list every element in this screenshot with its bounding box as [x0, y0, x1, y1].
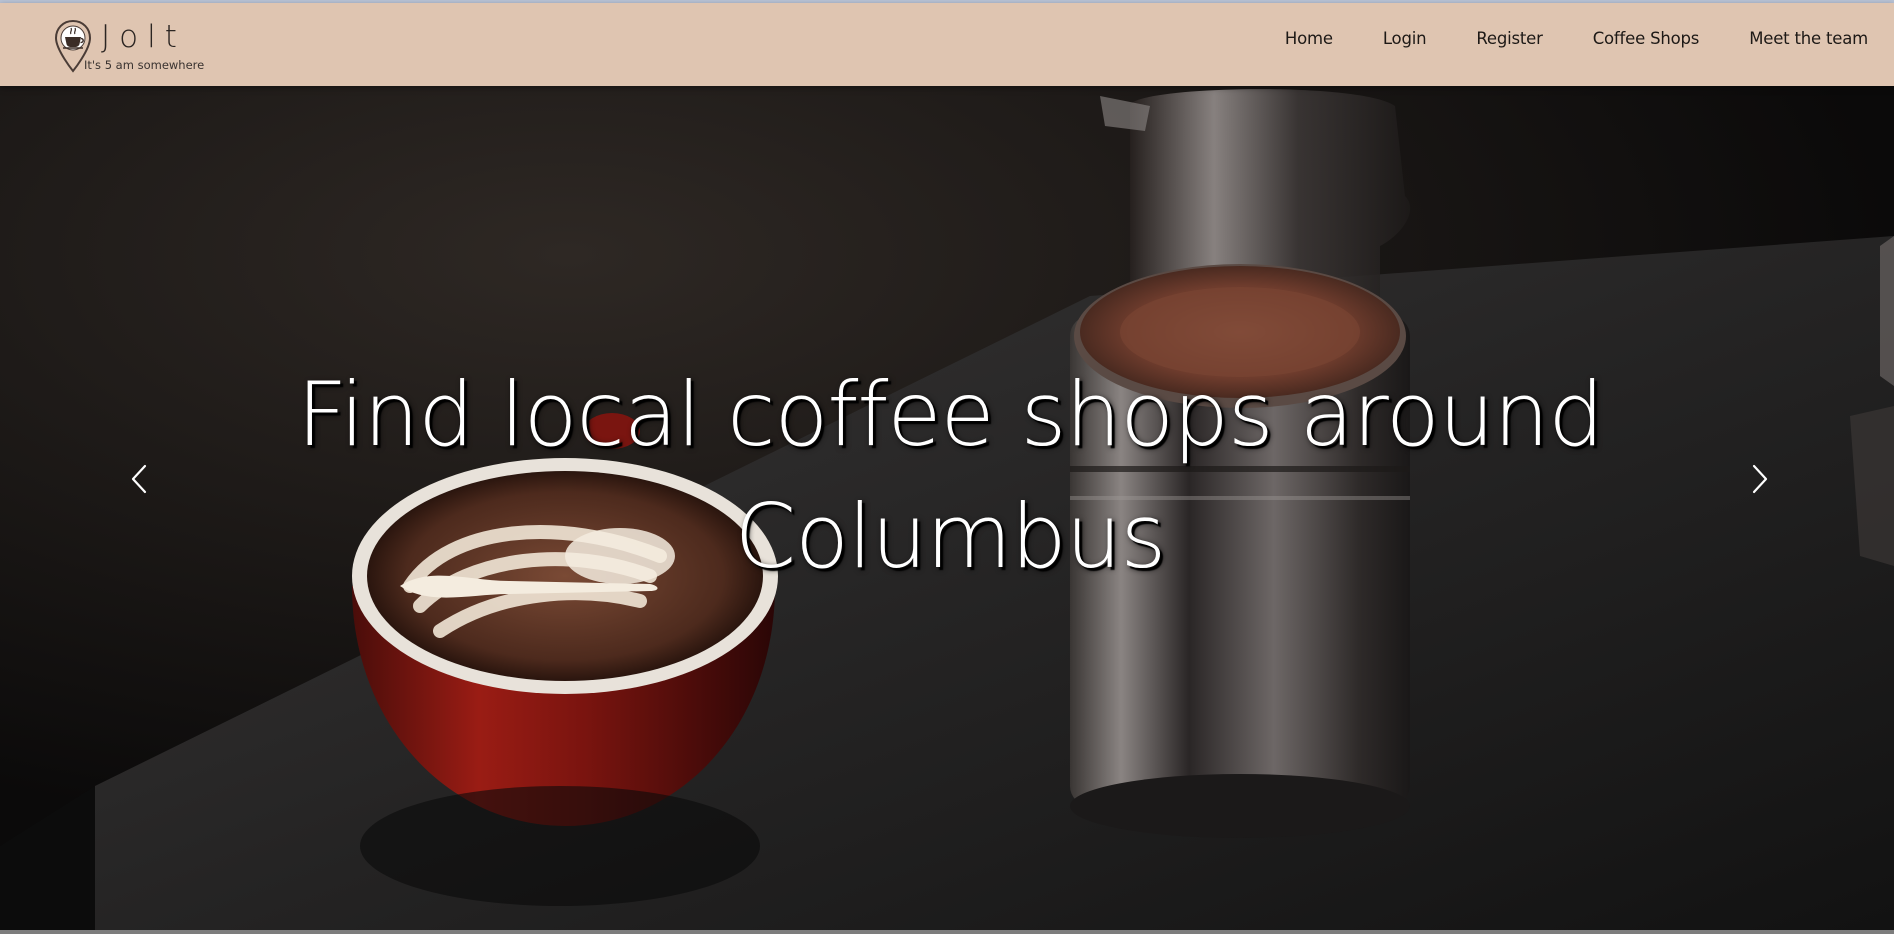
nav-menu: Home Login Register Coffee Shops Meet th… [1235, 3, 1868, 74]
hero-headline: Find local coffee shops around Columbus [200, 354, 1700, 598]
hero-carousel: Find local coffee shops around Columbus [0, 86, 1894, 930]
page-bottom-edge [0, 930, 1894, 934]
nav-link-login[interactable]: Login [1383, 29, 1427, 48]
page: Jolt It's 5 am somewhere Home Login Regi… [0, 0, 1894, 934]
nav-link-meet-the-team[interactable]: Meet the team [1749, 29, 1868, 48]
brand-name: Jolt [101, 19, 186, 55]
chevron-right-icon [1752, 464, 1768, 494]
navbar: Jolt It's 5 am somewhere Home Login Regi… [0, 3, 1894, 86]
brand-logo[interactable]: Jolt It's 5 am somewhere [54, 17, 214, 75]
nav-link-home[interactable]: Home [1285, 29, 1333, 48]
hero-headline-line2: Columbus [734, 485, 1167, 588]
nav-link-register[interactable]: Register [1476, 29, 1543, 48]
carousel-prev-button[interactable] [123, 449, 163, 509]
hero-headline-line1: Find local coffee shops around [296, 363, 1604, 466]
brand-tagline: It's 5 am somewhere [84, 58, 205, 72]
nav-link-coffee-shops[interactable]: Coffee Shops [1593, 29, 1700, 48]
chevron-left-icon [131, 464, 147, 494]
carousel-next-button[interactable] [1740, 449, 1780, 509]
